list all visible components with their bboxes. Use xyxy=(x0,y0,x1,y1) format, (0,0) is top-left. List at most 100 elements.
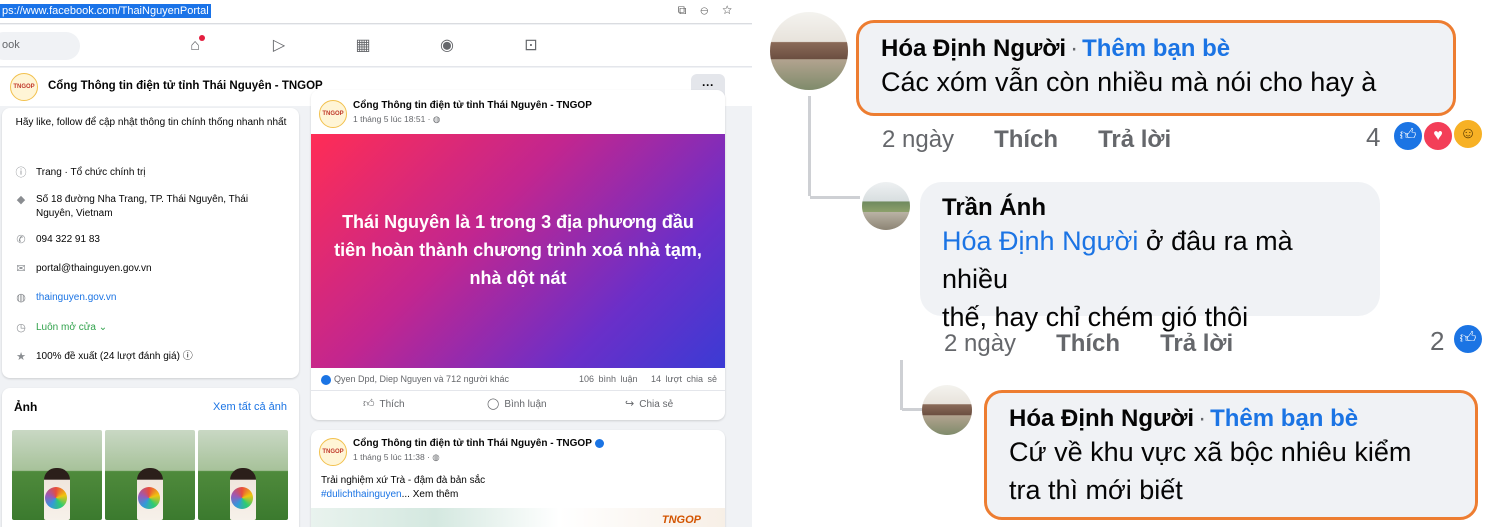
post-actions-bar: 👍︎ Thích ◯ Bình luận ↪ Chia sẻ xyxy=(311,390,725,414)
post-timestamp[interactable]: 1 tháng 5 lúc 18:51 · ◍ xyxy=(353,114,440,125)
post-card: TNGOP Cổng Thông tin điện tử tỉnh Thái N… xyxy=(311,430,725,527)
thread-line xyxy=(900,360,903,410)
comment-author[interactable]: Hóa Định Người xyxy=(1009,405,1194,432)
browser-toolbar-icons: ⧉⊖☆ xyxy=(678,3,746,18)
phone-icon: ✆ xyxy=(16,234,26,246)
location-icon: ◆ xyxy=(16,194,26,206)
like-comment-button[interactable]: Thích xyxy=(994,126,1058,153)
photo-thumbnail[interactable] xyxy=(198,430,288,520)
post-image[interactable]: Thái Nguyên là 1 trong 3 địa phương đầu … xyxy=(311,134,725,368)
add-friend-link[interactable]: Thêm bạn bè xyxy=(1210,405,1358,432)
photos-title: Ảnh xyxy=(14,400,38,414)
comment-bubble: Hóa Định Người · Thêm bạn bè Cứ về khu vực… xyxy=(984,390,1478,520)
intro-rating-row: ★ 100% đề xuất (24 lượt đánh giá) ⓘ xyxy=(14,350,276,364)
star-icon: ★ xyxy=(16,351,26,363)
avatar[interactable] xyxy=(862,182,910,230)
intro-category-row: ⓘ Trang · Tổ chức chính trị xyxy=(15,167,146,179)
post-author-avatar[interactable]: TNGOP xyxy=(319,100,347,128)
like-reaction-icon xyxy=(321,374,331,385)
reaction-count[interactable]: 2 xyxy=(1430,326,1444,357)
video-icon[interactable]: ▷ xyxy=(268,35,290,57)
comment-meta: 2 ngày Thích Trả lời xyxy=(882,126,1171,154)
comment-meta: 2 ngày Thích Trả lời xyxy=(944,330,1233,358)
photo-thumbnail[interactable] xyxy=(12,430,102,520)
like-reaction-icon[interactable]: 👍︎ xyxy=(1392,120,1424,152)
comment-thread-panel: Hóa Định Người · Thêm bạn bè Các xóm vẫn c… xyxy=(770,0,1500,527)
globe-icon: ◍ xyxy=(432,452,440,462)
mention-link[interactable]: Hóa Định Người xyxy=(942,226,1138,256)
comment-time[interactable]: 2 ngày xyxy=(944,330,1016,357)
hours-dropdown[interactable]: Luôn mở cửa ⌄ xyxy=(36,321,276,335)
search-input[interactable]: ook xyxy=(0,32,80,60)
reaction-count[interactable]: 4 xyxy=(1366,122,1380,153)
browser-address-bar[interactable]: ps://www.facebook.com/ThaiNguyenPortal ⧉… xyxy=(0,0,752,24)
intro-website-row: ◍ thainguyen.gov.vn xyxy=(14,291,276,305)
panel-gap xyxy=(752,0,772,527)
intro-hours-row: ◷ Luôn mở cửa ⌄ xyxy=(14,321,276,335)
engagement-counts[interactable]: 106 bình luận 14 lượt chia sẻ xyxy=(579,374,717,384)
info-icon: ⓘ xyxy=(15,167,27,179)
like-reaction-icon[interactable]: 👍︎ xyxy=(1452,323,1484,355)
share-button[interactable]: ↪ Chia sẻ xyxy=(625,397,673,410)
like-comment-button[interactable]: Thích xyxy=(1056,330,1120,357)
intro-card: Hãy like, follow để cập nhật thông tin c… xyxy=(2,108,299,378)
page-title[interactable]: Cổng Thông tin điện tử tỉnh Thái Nguyên … xyxy=(48,80,323,92)
website-link[interactable]: thainguyen.gov.vn xyxy=(36,291,276,305)
comment-text: Hóa Định Người ở đâu ra mà nhiều xyxy=(942,226,1293,294)
post-author-name[interactable]: Cổng Thông tin điện tử tỉnh Thái Nguyên … xyxy=(353,100,592,111)
hashtag-link[interactable]: #dulichthainguyen xyxy=(321,489,402,500)
photo-thumbnail[interactable] xyxy=(105,430,195,520)
comment-bubble: Trần Ánh Hóa Định Người ở đâu ra mà nhiề… xyxy=(920,182,1380,332)
post-text: Trải nghiệm xứ Trà - đậm đà bản sắc #dul… xyxy=(321,475,486,500)
intro-phone-row: ✆ 094 322 91 83 xyxy=(14,233,276,247)
comment-bubble: Hóa Định Người · Thêm bạn bè Các xóm vẫn c… xyxy=(856,20,1456,116)
photos-card: Ảnh Xem tất cả ảnh xyxy=(2,388,299,527)
post-card: TNGOP Cổng Thông tin điện tử tỉnh Thái N… xyxy=(311,90,725,420)
open-tab-icon[interactable]: ⧉ xyxy=(678,3,701,17)
thumbs-up-icon: 👍︎ xyxy=(363,398,375,410)
info-circle-icon[interactable]: ⓘ xyxy=(183,351,193,362)
facebook-top-nav: ook ⌂ ▷ ▦ ◉ ⊡ xyxy=(0,25,752,67)
gaming-icon[interactable]: ⊡ xyxy=(520,35,542,57)
facebook-page-panel: ps://www.facebook.com/ThaiNguyenPortal ⧉… xyxy=(0,0,752,527)
like-button[interactable]: 👍︎ Thích xyxy=(363,397,405,410)
reaction-summary[interactable]: Qyen Dpd, Diep Nguyen và 712 người khác xyxy=(321,374,509,385)
post-author-avatar[interactable]: TNGOP xyxy=(319,438,347,466)
see-all-photos-link[interactable]: Xem tất cả ảnh xyxy=(213,401,287,413)
comment-button[interactable]: ◯ Bình luận xyxy=(487,397,547,410)
globe-icon: ◍ xyxy=(16,292,26,304)
add-friend-link[interactable]: Thêm bạn bè xyxy=(1082,35,1230,62)
comment-icon: ◯ xyxy=(487,398,500,410)
intro-text: Hãy like, follow để cập nhật thông tin c… xyxy=(15,117,287,128)
post-image-text: Thái Nguyên là 1 trong 3 địa phương đầu … xyxy=(334,212,702,288)
comment-time[interactable]: 2 ngày xyxy=(882,126,954,153)
clock-icon: ◷ xyxy=(16,322,26,334)
bookmark-star-icon[interactable]: ☆ xyxy=(722,3,746,17)
thread-line xyxy=(808,96,811,196)
groups-icon[interactable]: ◉ xyxy=(436,35,458,57)
avatar[interactable] xyxy=(922,385,972,435)
marketplace-icon[interactable]: ▦ xyxy=(352,35,374,57)
home-icon[interactable]: ⌂ xyxy=(184,35,206,57)
zoom-icon[interactable]: ⊖ xyxy=(700,3,722,17)
share-icon: ↪ xyxy=(625,398,635,410)
post-author-name[interactable]: Cổng Thông tin điện tử tỉnh Thái Nguyên … xyxy=(353,438,604,449)
notification-dot xyxy=(199,35,205,41)
post-timestamp[interactable]: 1 tháng 5 lúc 11:38 · ◍ xyxy=(353,452,440,463)
screenshot-collage: ps://www.facebook.com/ThaiNguyenPortal ⧉… xyxy=(0,0,1500,527)
intro-email-row: ✉ portal@thainguyen.gov.vn xyxy=(14,262,276,276)
comment-author[interactable]: Trần Ánh xyxy=(942,194,1046,221)
avatar[interactable] xyxy=(770,12,848,90)
verified-badge-icon xyxy=(594,438,604,448)
haha-reaction-icon[interactable]: ☺ xyxy=(1452,118,1484,150)
comment-text: Cứ về khu vực xã bộc nhiêu kiểm xyxy=(1009,437,1412,467)
comment-author[interactable]: Hóa Định Người xyxy=(881,35,1066,62)
intro-address-row: ◆ Số 18 đường Nha Trang, TP. Thái Nguyên,… xyxy=(14,193,276,221)
page-logo[interactable]: TNGOP xyxy=(10,73,38,101)
see-more-link[interactable]: ... Xem thêm xyxy=(402,489,459,500)
love-reaction-icon[interactable]: ♥ xyxy=(1422,120,1454,152)
reply-button[interactable]: Trả lời xyxy=(1160,330,1233,357)
url-text[interactable]: ps://www.facebook.com/ThaiNguyenPortal xyxy=(0,4,211,18)
post-image[interactable]: TNGOP xyxy=(311,508,725,527)
reply-button[interactable]: Trả lời xyxy=(1098,126,1171,153)
